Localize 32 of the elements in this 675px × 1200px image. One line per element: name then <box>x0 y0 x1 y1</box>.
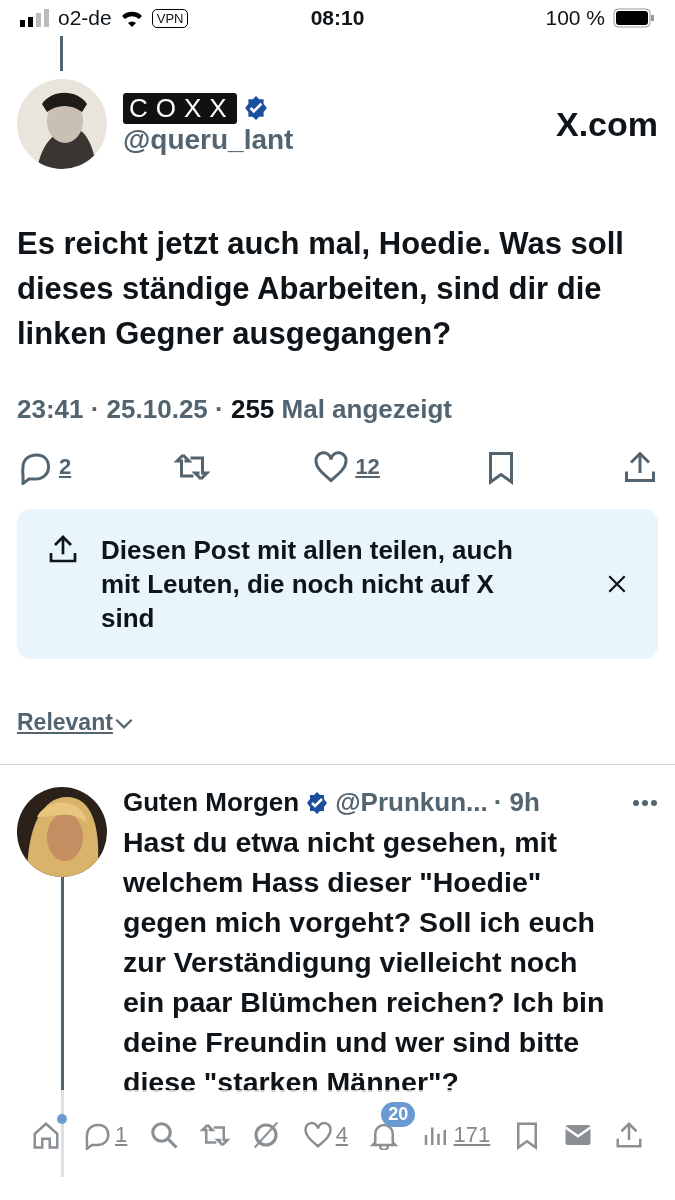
notification-dot <box>56 1114 67 1124</box>
post-meta: 23:41 · 25.10.25 · 255 Mal angezeigt <box>16 393 453 425</box>
action-count[interactable]: 12 <box>355 454 380 480</box>
author-name[interactable]: Guten Morgen <box>123 787 300 818</box>
user-handle[interactable]: @queru_lant <box>123 123 540 156</box>
carrier: o2-de <box>58 6 112 30</box>
post-age: · 9h <box>493 787 540 818</box>
verified-badge-icon <box>305 790 330 815</box>
more-icon[interactable] <box>632 798 658 807</box>
sort-dropdown[interactable]: Relevant <box>17 709 113 736</box>
action-count[interactable]: 2 <box>59 454 72 480</box>
reply-text: Hast du etwa nicht gesehen, mit welchem Hass dieser "Hoedie" gegen mich vorgeht? Soll ich euch zur Verständigung vielleicht noch ein paar Blümchen reichen? Ich bin deine Freundin und wer sind bitte diese "starken Männer"? <box>123 825 606 1100</box>
user-handle[interactable]: @Prunkun... <box>335 787 488 818</box>
site-label: X.com <box>555 104 658 144</box>
tooltip-text: Diesen Post mit allen teilen, auch mit Leuten, die noch nicht auf X sind <box>101 534 514 635</box>
battery-icon <box>613 8 655 28</box>
heart-icon[interactable] <box>313 449 350 485</box>
search-icon[interactable] <box>148 1120 179 1150</box>
battery-percent: 100 % <box>545 6 605 30</box>
notification-badge: 20 <box>381 1102 416 1127</box>
share-icon[interactable] <box>47 533 79 565</box>
action-count[interactable]: 171 <box>453 1122 491 1148</box>
clock: 08:10 <box>309 6 366 30</box>
heart-icon[interactable] <box>302 1120 333 1150</box>
action-count[interactable]: 1 <box>115 1122 128 1148</box>
signal-icon <box>20 9 50 27</box>
action-count[interactable]: 4 <box>335 1122 348 1148</box>
share-icon[interactable] <box>622 449 658 485</box>
post-text: Es reicht jetzt auch mal, Hoedie. Was soll dieses ständige Abarbeiten, sind dir die linken Gegner ausgegangen? <box>16 225 625 353</box>
close-icon[interactable] <box>606 573 628 595</box>
vpn-indicator: VPN <box>151 8 189 28</box>
display-name[interactable]: COXX <box>123 92 237 124</box>
